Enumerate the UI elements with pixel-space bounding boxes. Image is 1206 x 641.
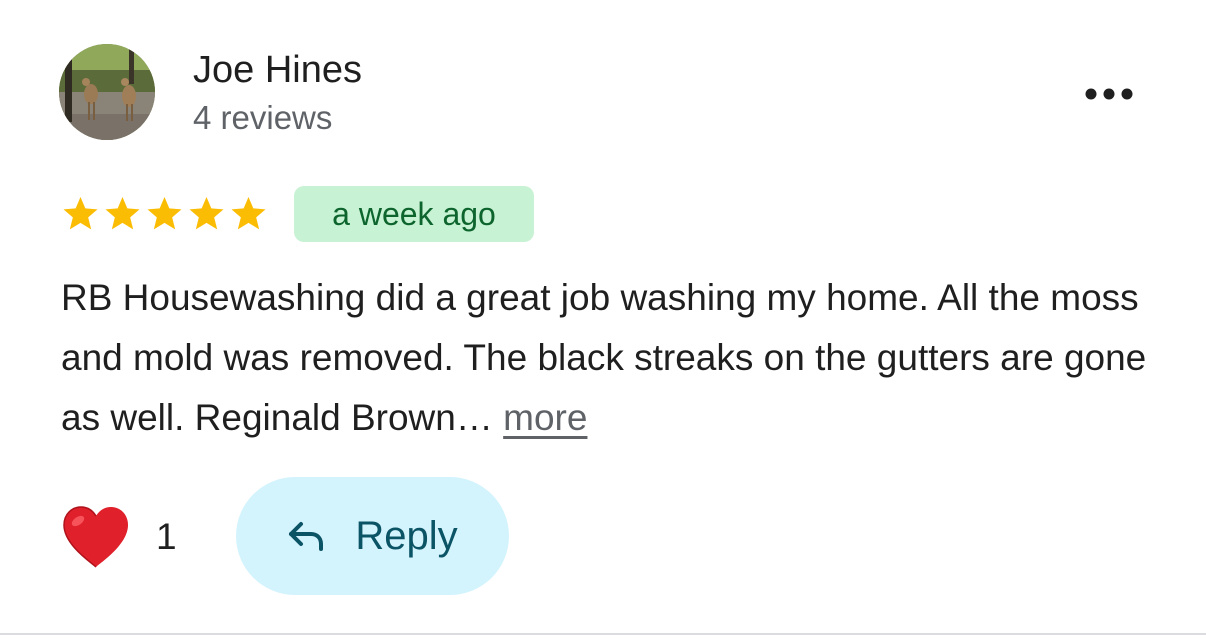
time-ago-badge: a week ago xyxy=(294,186,534,242)
like-reaction[interactable]: 1 xyxy=(62,502,177,572)
star-icon xyxy=(228,194,269,234)
star-icon xyxy=(186,194,227,234)
author-avatar[interactable] xyxy=(59,44,155,140)
reply-label: Reply xyxy=(355,513,458,558)
author-review-count: 4 reviews xyxy=(193,99,333,136)
more-link[interactable]: more xyxy=(503,397,587,438)
more-horizontal-icon xyxy=(1085,88,1133,100)
more-options-button[interactable] xyxy=(1076,72,1142,116)
bottom-divider xyxy=(0,633,1206,635)
star-icon xyxy=(144,194,185,234)
reply-button[interactable]: Reply xyxy=(236,477,509,595)
review-body: RB Housewashing did a great job washing … xyxy=(61,277,1147,438)
review-card: Joe Hines 4 reviews a week ago RB Housew… xyxy=(0,0,1206,633)
star-icon xyxy=(60,194,101,234)
author-name[interactable]: Joe Hines xyxy=(193,46,362,94)
star-icon xyxy=(102,194,143,234)
heart-icon[interactable] xyxy=(62,505,130,569)
deer-photo-avatar xyxy=(59,44,155,140)
like-count: 1 xyxy=(156,516,177,557)
star-rating xyxy=(60,191,269,237)
review-text: RB Housewashing did a great job washing … xyxy=(61,268,1161,448)
reply-arrow-icon xyxy=(287,521,325,551)
